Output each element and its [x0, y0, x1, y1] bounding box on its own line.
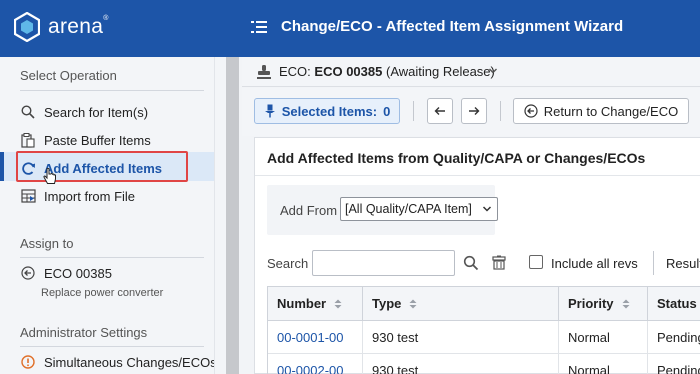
assign-to-eco-link[interactable]: ECO 00385 [20, 265, 112, 281]
sidebar-item-search[interactable]: Search for Item(s) [20, 104, 148, 120]
divider [255, 175, 700, 176]
add-from-group: Add From [All Quality/CAPA Item] [267, 185, 498, 235]
chevron-down-icon [482, 206, 492, 212]
assign-to-eco-label: ECO 00385 [44, 265, 112, 281]
sort-icon [622, 299, 630, 308]
select-operation-heading: Select Operation [20, 68, 117, 83]
admin-settings-heading: Administrator Settings [20, 325, 148, 340]
selected-items-button[interactable]: Selected Items: 0 [254, 98, 400, 124]
clear-filter-icon[interactable] [491, 255, 507, 271]
arrow-left-circle-icon [20, 265, 36, 281]
column-header-status[interactable]: Status [648, 287, 700, 321]
selected-items-label: Selected Items: [281, 103, 378, 119]
sort-icon [334, 299, 342, 308]
table-cell-type: 930 test [363, 321, 559, 354]
assign-to-eco-description: Replace power converter [41, 287, 164, 299]
sidebar-item-label: Import from File [44, 188, 136, 204]
warning-circle-icon [20, 354, 36, 370]
sidebar-item-label: Search for Item(s) [44, 104, 149, 120]
column-header-number[interactable]: Number [268, 287, 363, 321]
panel-title: Add Affected Items from Quality/CAPA or … [267, 150, 646, 166]
highlight-box [16, 151, 188, 182]
table-cell-priority: Normal [559, 354, 648, 374]
previous-button[interactable] [427, 98, 453, 124]
sidebar-item-import-file[interactable]: Import from File [20, 188, 135, 204]
sidebar-item-label: Simultaneous Changes/ECOs [44, 354, 217, 370]
column-header-label: Status [657, 296, 697, 311]
scrollbar-thumb[interactable] [226, 57, 239, 374]
search-icon[interactable] [463, 255, 479, 271]
next-button[interactable] [461, 98, 487, 124]
eco-label: ECO: ECO 00385 (Awaiting Release) [279, 64, 495, 79]
sidebar-item-simultaneous-changes[interactable]: Simultaneous Changes/ECOs [20, 354, 217, 370]
add-from-label: Add From [280, 203, 338, 218]
selected-items-count: 0 [383, 103, 391, 119]
arena-logo-icon [14, 12, 40, 42]
toolbar: Selected Items: 0 Return to Change/ECO [242, 88, 700, 136]
add-from-value: [All Quality/CAPA Item] [345, 202, 472, 216]
divider [20, 257, 204, 258]
sidebar-scrollbar[interactable] [226, 57, 239, 374]
table-cell-status: Pending [648, 321, 700, 354]
arena-logo[interactable]: arena® [14, 12, 109, 42]
sort-icon [409, 299, 417, 308]
arrow-left-circle-icon [524, 104, 538, 118]
search-icon [20, 104, 36, 120]
table-cell-number[interactable]: 00-0002-00 [268, 354, 363, 374]
clipboard-icon [20, 132, 36, 148]
results-label: Result [666, 256, 700, 271]
table-cell-number[interactable]: 00-0001-00 [268, 321, 363, 354]
chevron-down-icon[interactable] [488, 66, 498, 76]
column-header-label: Number [277, 296, 327, 311]
import-file-icon [20, 188, 36, 204]
table-cell-priority: Normal [559, 321, 648, 354]
divider [20, 90, 204, 91]
include-all-revs-label: Include all revs [551, 256, 638, 271]
column-header-label: Type [372, 296, 402, 311]
add-affected-items-panel: Add Affected Items from Quality/CAPA or … [254, 137, 700, 374]
arrow-right-icon [469, 107, 480, 115]
include-all-revs-checkbox[interactable] [529, 255, 543, 269]
sidebar-item-label: Paste Buffer Items [44, 132, 151, 148]
sidebar-gutter [214, 57, 226, 374]
table-cell-type: 930 test [363, 354, 559, 374]
app-header: arena® Change/ECO - Affected Item Assign… [0, 0, 700, 57]
hand-cursor-icon [43, 168, 56, 184]
toolbar-divider [500, 101, 501, 121]
results-table: Number Type Priority Status 00-0001-00 9… [267, 286, 700, 374]
page-title: Change/ECO - Affected Item Assignment Wi… [281, 18, 624, 35]
eco-prefix: ECO: [279, 64, 311, 79]
search-label: Search [267, 256, 309, 271]
table-cell-status: Pending [648, 354, 700, 374]
divider [20, 346, 204, 347]
assign-to-heading: Assign to [20, 236, 74, 251]
return-to-eco-label: Return to Change/ECO [543, 103, 679, 119]
sidebar: Select Operation Search for Item(s) Past… [0, 57, 217, 374]
stamp-icon [257, 65, 271, 79]
return-to-eco-button[interactable]: Return to Change/ECO [513, 98, 689, 124]
column-header-type[interactable]: Type [363, 287, 559, 321]
arrow-left-icon [434, 107, 445, 115]
divider [653, 251, 654, 275]
toolbar-divider [413, 101, 414, 121]
search-input[interactable] [312, 250, 455, 276]
eco-status: (Awaiting Release) [385, 64, 495, 79]
eco-bar[interactable]: ECO: ECO 00385 (Awaiting Release) [242, 57, 700, 87]
add-from-select[interactable]: [All Quality/CAPA Item] [340, 197, 498, 221]
column-header-label: Priority [568, 296, 614, 311]
logo-text: arena® [48, 15, 109, 38]
pin-icon [264, 104, 275, 118]
sidebar-item-paste-buffer[interactable]: Paste Buffer Items [20, 132, 151, 148]
eco-number: ECO 00385 [314, 64, 383, 79]
menu-icon[interactable] [251, 20, 267, 34]
column-header-priority[interactable]: Priority [559, 287, 648, 321]
